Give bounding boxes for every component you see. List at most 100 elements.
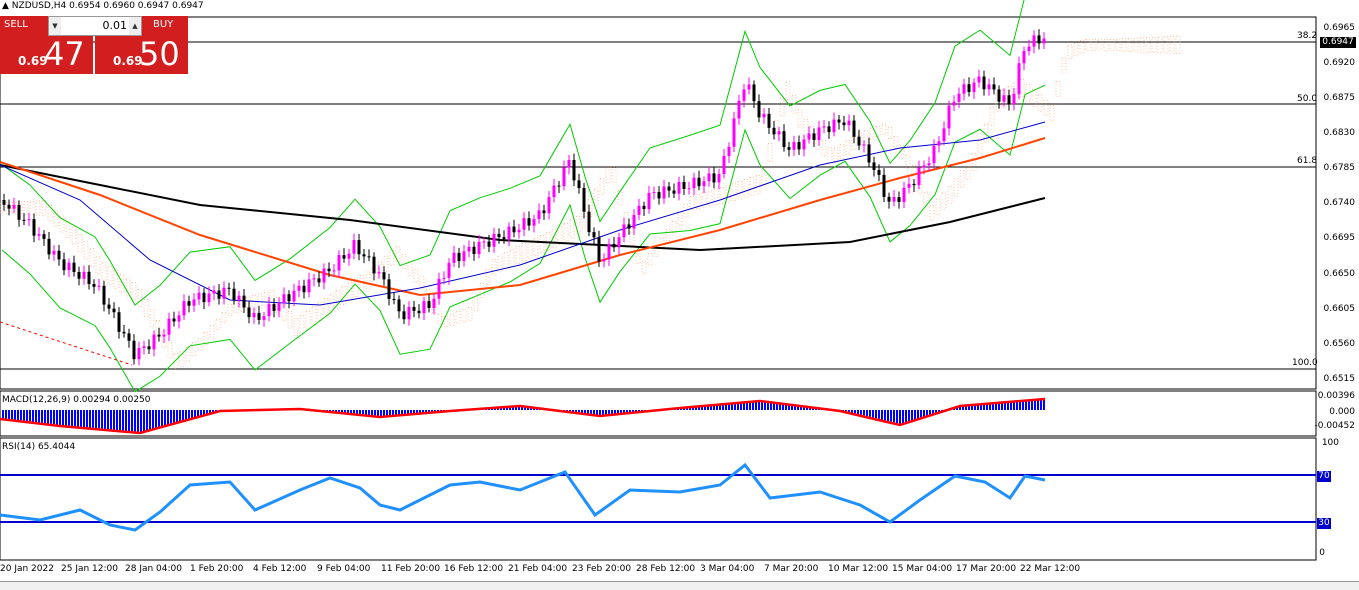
macd-histogram-bar [11,410,13,420]
ichimoku-cloud-segment [293,318,299,336]
candle-body [902,187,906,202]
time-axis-label: 1 Feb 20:00 [190,564,244,574]
candle-body [892,196,896,202]
candle-body [647,192,651,209]
macd-histogram-bar [911,410,913,421]
macd-histogram-bar [338,410,340,412]
ichimoku-cloud-segment [365,271,371,290]
macd-histogram-bar [185,410,187,420]
price-axis-label: 0.6740 [1323,198,1356,208]
ichimoku-cloud-segment [1163,36,1169,54]
macd-histogram-bar [38,410,40,423]
ichimoku-cloud-segment [479,283,485,298]
sell-price-big: 47 [44,35,85,73]
ichimoku-cloud-segment [269,290,275,306]
macd-histogram-bar [56,410,58,425]
candle-body [207,293,211,303]
macd-histogram-bar [857,410,859,414]
ichimoku-cloud-segment [719,187,725,204]
candle-body [442,277,446,279]
symbol-text: NZDUSD,H4 0.6954 0.6960 0.6947 0.6947 [11,1,204,11]
candle-body [782,131,786,148]
candle-body [32,219,36,236]
ichimoku-cloud-segment [119,273,125,293]
candle-body [957,93,961,102]
candle-body [537,210,541,220]
candle-body [382,272,386,280]
macd-histogram-bar [104,410,106,429]
ichimoku-cloud-segment [557,226,563,245]
candle-body [82,271,86,279]
candle-body [247,307,251,318]
candle-body [812,133,816,140]
macd-histogram-bar [95,410,97,429]
ichimoku-cloud-segment [1151,37,1157,53]
ichimoku-cloud-segment [77,234,83,252]
macd-histogram-bar [137,410,139,432]
candle-body [457,252,461,262]
macd-histogram-bar [5,410,7,419]
candle-body [182,301,186,316]
time-axis-label: 28 Jan 04:00 [125,564,182,574]
candle-body [662,186,666,199]
candle-body [867,144,871,163]
candle-body [722,155,726,175]
candle-body [357,240,361,255]
candle-body [1042,38,1046,44]
candle-body [597,237,601,262]
macd-histogram-bar [179,410,181,422]
current-price-tag: 0.6947 [1320,37,1356,48]
lot-decrease-icon[interactable]: ▼ [49,17,61,35]
candle-body [517,229,521,233]
candle-body [447,262,451,278]
candle-body [52,250,56,255]
candle-body [47,238,51,255]
ichimoku-cloud-segment [749,177,755,196]
ichimoku-cloud-segment [89,248,95,267]
lot-increase-icon[interactable]: ▲ [129,17,141,35]
candle-body [387,279,391,299]
ichimoku-cloud-segment [713,188,719,206]
ichimoku-cloud-segment [221,311,227,323]
collapse-arrow-icon[interactable]: ▲ [2,1,9,11]
lot-size-input[interactable]: ▼ 0.01 ▲ [48,16,142,36]
candle-body [527,218,531,226]
candle-body [97,285,101,287]
candle-body [542,210,546,214]
ichimoku-cloud-segment [1061,57,1067,73]
ichimoku-cloud-segment [839,143,845,159]
chart-canvas[interactable] [0,0,1359,589]
macd-histogram-bar [602,410,604,415]
time-axis-label: 16 Feb 12:00 [444,564,504,574]
candle-body [2,200,6,205]
ichimoku-cloud-segment [65,220,71,238]
candle-body [417,310,421,314]
ichimoku-cloud-segment [461,309,467,323]
candle-body [877,170,881,175]
candle-body [977,76,981,83]
ichimoku-cloud-segment [1067,44,1073,59]
time-axis-label: 4 Feb 12:00 [253,564,307,574]
macd-histogram-bar [149,410,151,430]
macd-histogram-bar [47,410,49,424]
rsi-level-tag: 70 [1317,471,1331,482]
ichimoku-cloud-segment [209,325,215,338]
price-axis-label: 0.6875 [1323,93,1356,103]
candle-body [882,174,886,197]
candle-body [762,113,766,118]
candle-body [317,278,321,283]
macd-histogram-bar [197,410,199,417]
macd-histogram-bar [587,410,589,414]
candle-body [102,285,106,305]
ichimoku-cloud-segment [887,127,893,139]
candle-body [462,251,466,262]
price-axis-label: 0.6515 [1323,374,1356,384]
macd-histogram-bar [884,410,886,421]
macd-histogram-bar [350,410,352,413]
fibo-level-label: 50.0 [1297,94,1318,104]
candle-body [602,259,606,262]
candle-body [1022,51,1026,64]
candle-body [672,190,676,194]
candle-body [752,84,756,102]
candle-body [137,348,141,360]
